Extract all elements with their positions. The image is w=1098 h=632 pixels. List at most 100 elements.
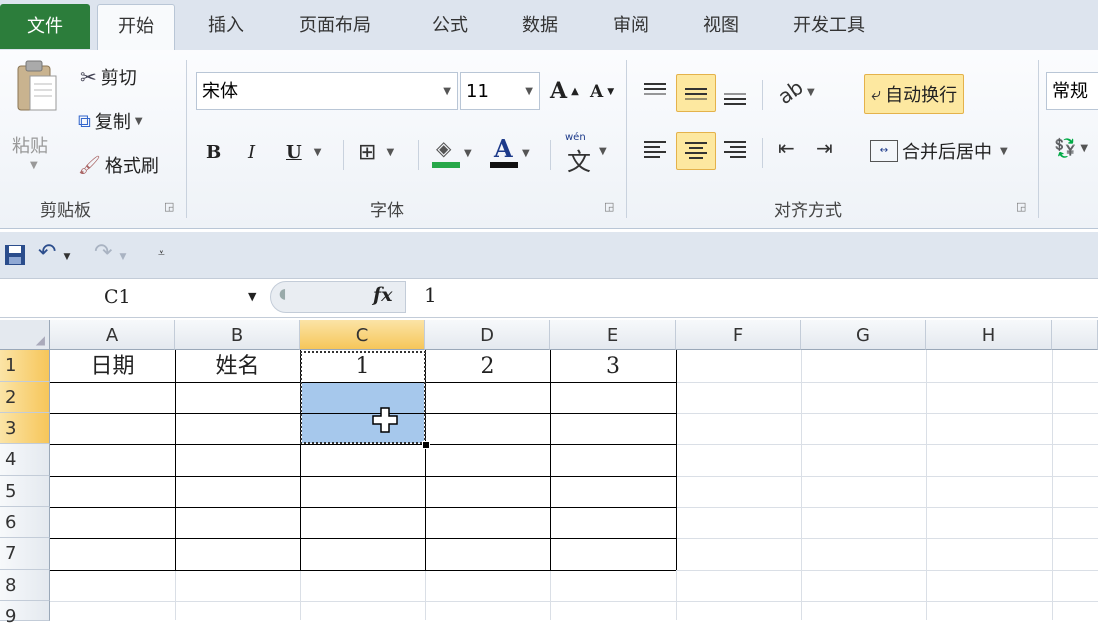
divider bbox=[762, 80, 763, 110]
tab-review[interactable]: 审阅 bbox=[613, 8, 649, 50]
dialog-launcher-icon[interactable]: ◲ bbox=[1016, 200, 1026, 213]
align-right-button[interactable] bbox=[720, 134, 752, 166]
fill-color-button[interactable]: ◈ ▼ bbox=[432, 136, 472, 170]
group-label-clipboard: 剪贴板 bbox=[40, 201, 91, 221]
row-header-7[interactable]: 7 bbox=[0, 538, 50, 570]
border-icon: ⊞ bbox=[358, 140, 377, 165]
align-bottom-icon bbox=[724, 93, 746, 105]
column-header-b[interactable]: B bbox=[175, 320, 300, 350]
copy-button[interactable]: ⧉ 复制 ▼ bbox=[78, 108, 143, 134]
wrap-text-label: 自动换行 bbox=[885, 85, 958, 106]
column-header-g[interactable]: G bbox=[801, 320, 926, 350]
tab-formulas[interactable]: 公式 bbox=[432, 8, 468, 50]
row-header-4[interactable]: 4 bbox=[0, 444, 50, 476]
underline-button[interactable]: U ▼ bbox=[286, 142, 321, 163]
row-header-9[interactable]: 9 bbox=[0, 601, 50, 627]
chevron-down-icon: ▼ bbox=[525, 86, 533, 97]
column-header-f[interactable]: F bbox=[676, 320, 801, 350]
paste-button[interactable]: 粘贴 ▼ bbox=[8, 58, 64, 178]
formula-bar-splitter[interactable]: ◖ fx bbox=[270, 281, 406, 313]
cell-b1[interactable]: 姓名 bbox=[175, 351, 300, 382]
cut-button[interactable]: ✂ 剪切 bbox=[80, 64, 137, 90]
dialog-launcher-icon[interactable]: ◲ bbox=[164, 200, 174, 213]
borders-button[interactable]: ⊞ ▼ bbox=[358, 140, 394, 165]
cross-cursor-icon bbox=[372, 407, 398, 433]
accounting-format-button[interactable]: 💱 ▼ bbox=[1054, 138, 1088, 159]
align-bottom-button[interactable] bbox=[720, 78, 752, 110]
grow-font-button[interactable]: A ▲ bbox=[550, 78, 579, 104]
formula-input[interactable]: 1 bbox=[424, 283, 437, 307]
redo-button[interactable]: ↷ ▼ bbox=[94, 240, 126, 265]
row-header-1[interactable]: 1 bbox=[0, 350, 50, 382]
wrap-text-button[interactable]: ⤶ 自动换行 bbox=[864, 74, 965, 114]
phonetic-button[interactable]: wén 文 ▼ bbox=[565, 132, 607, 176]
phonetic-icon: wén 文 bbox=[565, 132, 591, 176]
ribbon-tab-bar: 文件 开始 插入 页面布局 公式 数据 审阅 视图 开发工具 bbox=[0, 0, 1098, 52]
insert-function-button[interactable]: fx bbox=[373, 284, 393, 306]
align-middle-icon bbox=[685, 88, 707, 100]
row-header-3[interactable]: 3 bbox=[0, 413, 50, 444]
font-size-combo[interactable]: 11 ▼ bbox=[460, 72, 540, 110]
paintbrush-icon: 🖌 bbox=[78, 154, 101, 176]
tab-developer[interactable]: 开发工具 bbox=[793, 8, 865, 50]
tab-data[interactable]: 数据 bbox=[522, 8, 558, 50]
orientation-button[interactable]: ab ▼ bbox=[773, 75, 815, 109]
row-header-5[interactable]: 5 bbox=[0, 476, 50, 507]
align-middle-button[interactable] bbox=[676, 74, 716, 112]
align-right-icon bbox=[724, 141, 746, 158]
chevron-down-icon: ▼ bbox=[1000, 145, 1008, 157]
increase-indent-button[interactable]: ⇥ bbox=[816, 136, 833, 160]
italic-button[interactable]: I bbox=[248, 142, 255, 163]
align-top-button[interactable] bbox=[640, 76, 672, 108]
number-format-value: 常规 bbox=[1052, 81, 1088, 102]
fill-handle[interactable] bbox=[422, 441, 430, 449]
save-button[interactable] bbox=[4, 244, 26, 266]
tab-file[interactable]: 文件 bbox=[0, 4, 90, 49]
merge-center-button[interactable]: ↔ 合并后居中 ▼ bbox=[870, 138, 1008, 164]
column-header-d[interactable]: D bbox=[425, 320, 550, 350]
group-label-font: 字体 bbox=[370, 201, 404, 221]
decrease-indent-button[interactable]: ⇤ bbox=[778, 136, 795, 160]
row-header-2[interactable]: 2 bbox=[0, 382, 50, 413]
align-center-button[interactable] bbox=[676, 132, 716, 170]
tab-view[interactable]: 视图 bbox=[703, 8, 739, 50]
tab-insert[interactable]: 插入 bbox=[208, 8, 244, 50]
column-header-c[interactable]: C bbox=[300, 320, 425, 350]
cell-a1[interactable]: 日期 bbox=[50, 351, 175, 382]
merge-center-icon: ↔ bbox=[870, 140, 898, 162]
cell-e1[interactable]: 3 bbox=[550, 351, 676, 382]
name-box-value: C1 bbox=[104, 286, 131, 308]
chevron-down-icon: ▼ bbox=[1080, 143, 1089, 154]
tab-page-layout[interactable]: 页面布局 bbox=[299, 8, 371, 50]
quick-access-toolbar: ↶ ▼ ↷ ▼ ⩡ bbox=[0, 232, 1098, 279]
shrink-font-button[interactable]: A ▼ bbox=[590, 82, 614, 102]
number-format-combo[interactable]: 常规 bbox=[1046, 72, 1098, 110]
font-color-button[interactable]: A ▼ bbox=[490, 134, 530, 170]
column-header-h[interactable]: H bbox=[926, 320, 1052, 350]
column-header-a[interactable]: A bbox=[50, 320, 175, 350]
tab-home[interactable]: 开始 bbox=[97, 4, 175, 52]
format-painter-button[interactable]: 🖌 格式刷 bbox=[78, 152, 159, 178]
wrap-text-icon: ⤶ bbox=[871, 83, 882, 105]
column-header-e[interactable]: E bbox=[550, 320, 676, 350]
group-label-alignment: 对齐方式 bbox=[774, 201, 842, 221]
row-header-8[interactable]: 8 bbox=[0, 570, 50, 601]
select-all-button[interactable]: ◢ bbox=[0, 320, 50, 350]
font-name-combo[interactable]: 宋体 ▼ bbox=[196, 72, 458, 110]
text-orientation-icon: ab bbox=[773, 75, 808, 109]
align-left-button[interactable] bbox=[640, 134, 672, 166]
undo-button[interactable]: ↶ ▼ bbox=[38, 240, 70, 265]
row-header-6[interactable]: 6 bbox=[0, 507, 50, 538]
chevron-down-icon: ▼ bbox=[806, 86, 815, 98]
divider bbox=[418, 140, 419, 170]
cell-c1[interactable]: 1 bbox=[300, 351, 425, 382]
chevron-down-icon: ▼ bbox=[443, 86, 451, 97]
customize-qat-button[interactable]: ⩡ bbox=[158, 246, 165, 261]
cell-d1[interactable]: 2 bbox=[425, 351, 550, 382]
name-box[interactable]: C1 ▼ bbox=[4, 283, 268, 313]
dialog-launcher-icon[interactable]: ◲ bbox=[604, 200, 614, 213]
paste-icon bbox=[17, 60, 57, 111]
bold-button[interactable]: B bbox=[206, 142, 221, 163]
align-center-icon bbox=[685, 142, 707, 159]
column-header-partial[interactable] bbox=[1052, 320, 1098, 350]
